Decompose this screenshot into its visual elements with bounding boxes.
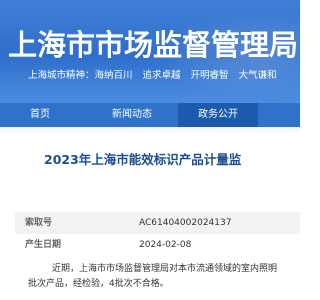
nav-government-affairs[interactable]: 政务公开 — [178, 103, 258, 127]
site-banner: 上海市市场监督管理局 上海城市精神：海纳百川 追求卓越 开明睿智 大气谦和 — [0, 0, 300, 103]
nav-shadow — [0, 127, 300, 135]
nav-news[interactable]: 新闻动态 — [92, 103, 172, 127]
slogan-prefix: 上海城市精神： — [28, 70, 95, 81]
article-body: 近期，上海市市场监督管理局对本市流通领域的室内照明 批次产品，经检验，4批次不合… — [28, 262, 300, 292]
main-nav: 首页 新闻动态 政务公开 — [0, 103, 300, 127]
article-title: 2023年上海市能效标识产品计量监 — [44, 152, 242, 167]
site-title[interactable]: 上海市市场监督管理局 — [8, 22, 298, 64]
meta-row-index-number: 索取号 AC61404002024137 — [15, 212, 300, 234]
body-paragraph-line: 近期，上海市市场监督管理局对本市流通领域的室内照明 — [52, 264, 278, 274]
meta-value: 2024-02-08 — [139, 240, 192, 250]
nav-home[interactable]: 首页 — [0, 103, 80, 127]
meta-label: 索取号 — [25, 218, 53, 228]
meta-row-date: 产生日期 2024-02-08 — [15, 234, 300, 256]
article-meta-table: 索取号 AC61404002024137 产生日期 2024-02-08 — [15, 212, 300, 256]
meta-label: 产生日期 — [25, 240, 62, 250]
meta-value: AC61404002024137 — [139, 218, 232, 228]
slogan-item: 开明睿智 — [190, 70, 229, 81]
slogan-item: 海纳百川 — [94, 70, 133, 81]
city-slogan: 上海城市精神：海纳百川 追求卓越 开明睿智 大气谦和 — [28, 67, 287, 81]
body-paragraph-line: 批次产品，经检验，4批次不合格。 — [28, 279, 169, 289]
slogan-item: 大气谦和 — [238, 70, 277, 81]
slogan-item: 追求卓越 — [142, 70, 181, 81]
